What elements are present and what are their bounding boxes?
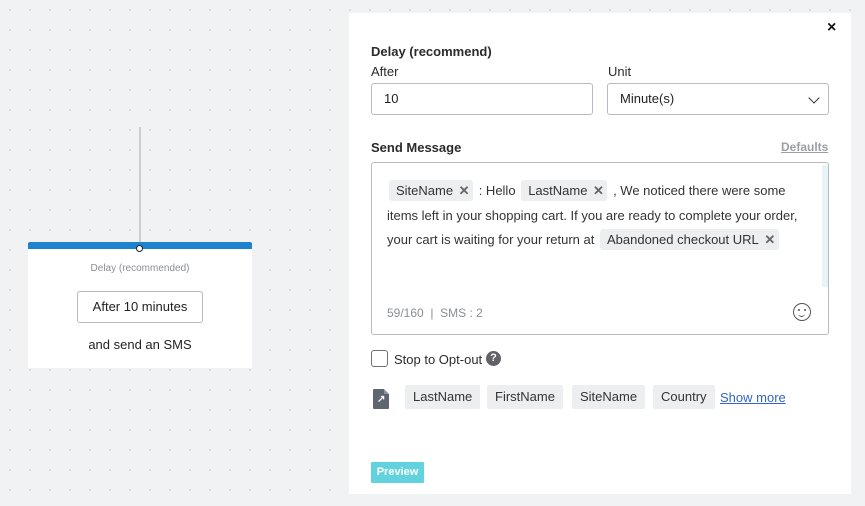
flow-connector (139, 127, 141, 245)
tag-label: SiteName (396, 183, 454, 198)
remove-tag-icon[interactable]: ✕ (587, 180, 607, 201)
message-text[interactable]: SiteName ✕ : Hello LastName ✕ , We noticed… (387, 179, 802, 253)
unit-select-value: Minute(s) (620, 91, 675, 106)
variable-file-icon: ↗ (373, 389, 389, 409)
defaults-link[interactable]: Defaults (781, 140, 828, 154)
variable-chip-country[interactable]: Country (653, 385, 715, 409)
message-tag: LastName ✕ (521, 180, 608, 201)
remove-tag-icon[interactable]: ✕ (759, 229, 779, 250)
unit-select[interactable]: Minute(s) (607, 83, 829, 115)
delay-summary-button[interactable]: After 10 minutes (77, 291, 203, 323)
chevron-down-icon (808, 92, 820, 104)
opt-out-checkbox[interactable] (371, 350, 388, 367)
node-subtitle: and send an SMS (88, 337, 192, 352)
settings-panel: × Delay (recommend) After Unit 10 Minute… (349, 13, 851, 494)
smiley-icon[interactable] (793, 303, 811, 321)
send-message-label: Send Message (371, 140, 462, 155)
node-accent-bar (28, 242, 252, 252)
tag-label: LastName (528, 183, 588, 198)
remove-tag-icon[interactable]: ✕ (453, 180, 473, 201)
help-icon[interactable]: ? (486, 351, 501, 366)
node-handle[interactable] (136, 245, 143, 252)
opt-out-label: Stop to Opt-out (394, 352, 483, 367)
node-label: Delay (recommended) (90, 263, 190, 274)
after-input[interactable]: 10 (371, 83, 593, 115)
message-editor[interactable]: SiteName ✕ : Hello LastName ✕ , We noticed… (371, 162, 829, 335)
tag-label: Abandoned checkout URL (606, 232, 759, 247)
variable-chip-lastname[interactable]: LastName (405, 385, 481, 409)
variable-chip-firstname[interactable]: FirstName (487, 385, 563, 409)
section-title: Delay (recommend) (371, 44, 492, 59)
show-more-link[interactable]: Show more (720, 390, 786, 405)
character-counter: 59/160 | SMS : 2 (387, 306, 483, 320)
message-scrollbar[interactable] (822, 165, 828, 287)
unit-label: Unit (608, 64, 632, 79)
after-label: After (371, 64, 399, 79)
smile-mouth (798, 312, 805, 317)
close-icon[interactable]: × (827, 19, 836, 37)
variable-chip-sitename[interactable]: SiteName (572, 385, 646, 409)
file-arrow-glyph: ↗ (377, 394, 386, 405)
message-tag: SiteName ✕ (389, 180, 474, 201)
message-segment: : Hello (478, 183, 516, 198)
delay-node[interactable]: Delay (recommended) After 10 minutes and… (28, 242, 252, 368)
message-tag: Abandoned checkout URL ✕ (599, 229, 779, 250)
preview-button[interactable]: Preview (371, 462, 424, 483)
